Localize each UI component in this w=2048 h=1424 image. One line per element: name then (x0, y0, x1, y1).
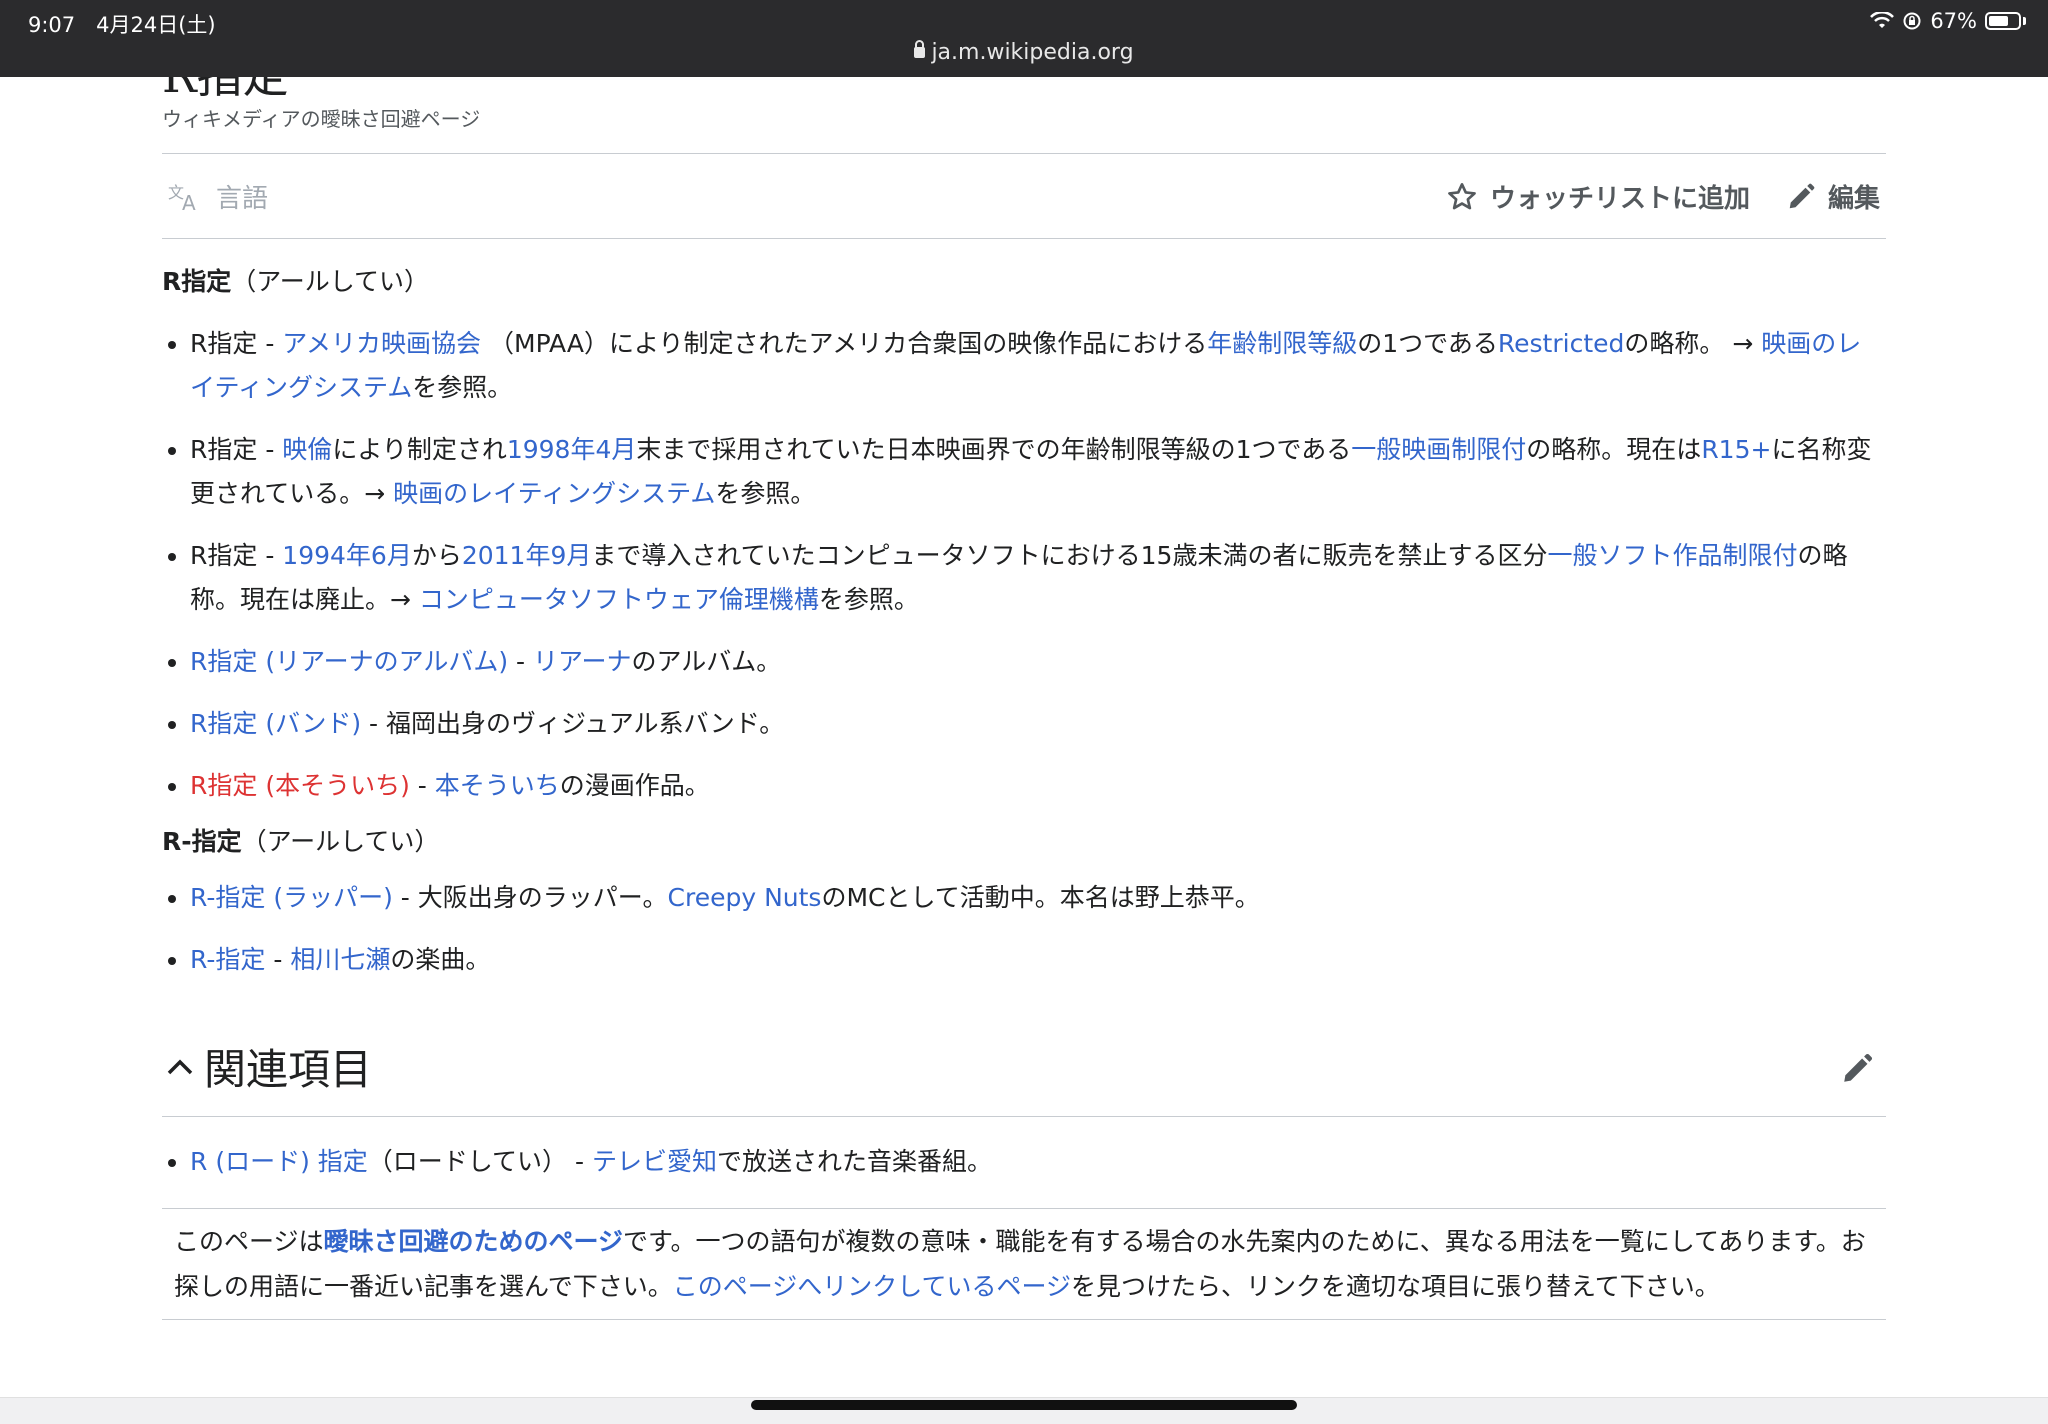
link-2011-september[interactable]: 2011年9月 (462, 541, 592, 570)
status-time: 9:07 4月24日(土) (28, 13, 216, 37)
link-what-links-here[interactable]: このページへリンクしているページ (673, 1272, 1071, 1301)
svg-text:A: A (182, 191, 196, 212)
battery-icon (1985, 12, 2021, 30)
list-item: R指定 (リアーナのアルバム) - リアーナのアルバム。 (190, 640, 1886, 684)
list-item: R-指定 - 相川七瀬の楽曲。 (190, 938, 1886, 982)
section-heading-r: R指定（アールしてい） (162, 267, 430, 296)
link-disambiguation-page[interactable]: 曖昧さ回避のためのページ (324, 1227, 624, 1256)
r-dash-list: R-指定 (ラッパー) - 大阪出身のラッパー。Creepy NutsのMCとし… (162, 876, 1886, 982)
watchlist-label: ウォッチリストに追加 (1489, 184, 1750, 214)
link-rihanna[interactable]: リアーナ (533, 647, 632, 676)
r-list: R指定 - アメリカ映画協会 （MPAA）により制定されたアメリカ合衆国の映像作… (162, 322, 1886, 808)
link-r-rihanna-album[interactable]: R指定 (リアーナのアルバム) (190, 647, 508, 676)
page-subtitle: ウィキメディアの曖昧さ回避ページ (162, 107, 481, 131)
list-item: R-指定 (ラッパー) - 大阪出身のラッパー。Creepy NutsのMCとし… (190, 876, 1886, 920)
orientation-lock-icon (1903, 12, 1921, 30)
divider (162, 153, 1886, 154)
list-item: R (ロード) 指定（ロードしてい） - テレビ愛知で放送された音楽番組。 (190, 1140, 1886, 1184)
section-heading-r-dash: R-指定（アールしてい） (162, 827, 440, 856)
list-item: R指定 - アメリカ映画協会 （MPAA）により制定されたアメリカ合衆国の映像作… (190, 322, 1886, 410)
list-item: R指定 - 映倫により制定され1998年4月末まで採用されていた日本映画界での年… (190, 428, 1886, 516)
link-r-dash-song[interactable]: R-指定 (190, 945, 265, 974)
watchlist-button[interactable]: ウォッチリストに追加 (1446, 178, 1750, 215)
related-section-title: 関連項目 (204, 1045, 373, 1094)
link-age-rating[interactable]: 年齢制限等級 (1207, 329, 1357, 358)
page-actions-toolbar: 文 A 言語 ウォッチリストに追加 編集 (162, 172, 1886, 228)
related-section-header[interactable]: 関連項目 (162, 1032, 1886, 1117)
link-r15[interactable]: R15+ (1701, 435, 1771, 464)
link-general-restricted[interactable]: 一般映画制限付 (1351, 435, 1526, 464)
link-aikawa-nanase[interactable]: 相川七瀬 (290, 945, 390, 974)
related-list: R (ロード) 指定（ロードしてい） - テレビ愛知で放送された音楽番組。 (162, 1140, 1886, 1184)
link-rating-system[interactable]: 映画のレイティングシステム (393, 479, 715, 508)
link-hon-souichi[interactable]: 本そういち (435, 771, 560, 800)
link-mpaa[interactable]: アメリカ映画協会 (282, 329, 481, 358)
link-1998-april[interactable]: 1998年4月 (507, 435, 637, 464)
chevron-up-icon (167, 1059, 193, 1075)
link-1994-june[interactable]: 1994年6月 (282, 541, 412, 570)
language-label: 言語 (216, 184, 269, 214)
link-tv-aichi[interactable]: テレビ愛知 (592, 1147, 717, 1176)
link-r-road[interactable]: R (ロード) 指定 (190, 1147, 368, 1176)
translate-icon: 文 A (168, 183, 196, 212)
edit-button[interactable]: 編集 (1786, 178, 1880, 215)
link-eirin[interactable]: 映倫 (282, 435, 332, 464)
link-restricted[interactable]: Restricted (1498, 329, 1624, 358)
status-indicators: 67% (1870, 9, 2026, 33)
disambiguation-notice: このページは曖昧さ回避のためのページです。一つの語句が複数の意味・職能を有する場… (162, 1208, 1886, 1320)
url-text: ja.m.wikipedia.org (931, 40, 1134, 65)
battery-percentage: 67% (1930, 9, 1977, 33)
list-item: R指定 - 1994年6月から2011年9月まで導入されていたコンピュータソフト… (190, 534, 1886, 622)
redlink-r-hon-souichi[interactable]: R指定 (本そういち) (190, 771, 410, 800)
wifi-icon (1870, 12, 1895, 28)
page-title: R指定 (162, 77, 362, 99)
pencil-icon (1789, 183, 1815, 208)
url-bar[interactable]: ja.m.wikipedia.org (0, 40, 2048, 65)
link-general-software-restricted[interactable]: 一般ソフト作品制限付 (1547, 541, 1797, 570)
star-icon (1448, 182, 1476, 209)
home-indicator[interactable] (751, 1400, 1297, 1410)
list-item: R指定 (本そういち) - 本そういちの漫画作品。 (190, 764, 1886, 808)
related-content: R (ロード) 指定（ロードしてい） - テレビ愛知で放送された音楽番組。 (162, 1140, 1886, 1184)
link-cero[interactable]: コンピュータソフトウェア倫理機構 (419, 585, 819, 614)
article-content: R指定（アールしてい） R指定 - アメリカ映画協会 （MPAA）により制定され… (162, 260, 1886, 982)
divider (162, 238, 1886, 239)
edit-label: 編集 (1827, 184, 1880, 214)
link-r-rapper[interactable]: R-指定 (ラッパー) (190, 883, 393, 912)
list-item: R指定 (バンド) - 福岡出身のヴィジュアル系バンド。 (190, 702, 1886, 746)
status-bar: 9:07 4月24日(土) 67% ja.m.wikipedia.org (0, 0, 2048, 77)
link-creepy-nuts[interactable]: Creepy Nuts (668, 883, 822, 912)
section-edit-pencil-icon[interactable] (1840, 1052, 1874, 1086)
link-r-band[interactable]: R指定 (バンド) (190, 709, 361, 738)
language-button[interactable]: 文 A 言語 (168, 178, 268, 215)
lock-icon (914, 40, 926, 58)
